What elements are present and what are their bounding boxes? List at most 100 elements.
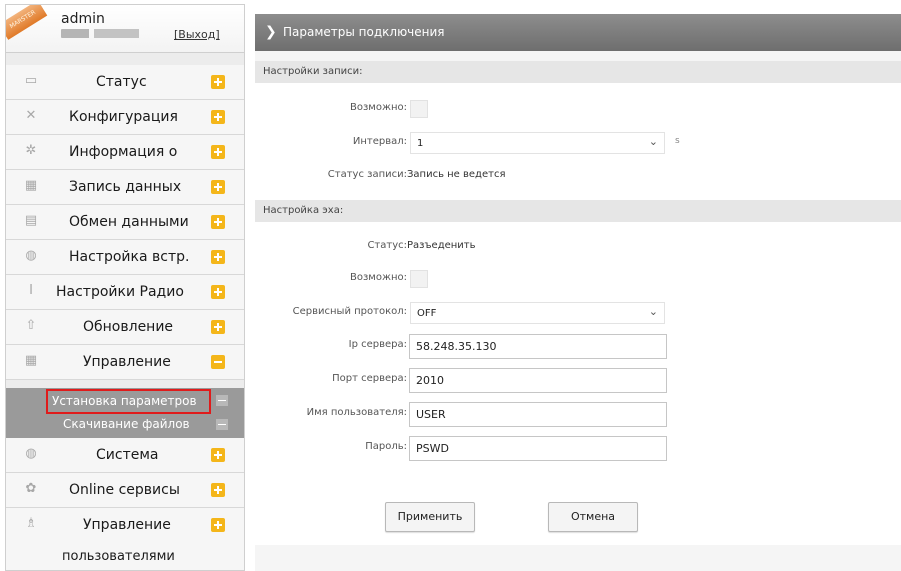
field-label: Возможно: — [350, 102, 407, 113]
tools-icon: ✕ — [25, 108, 37, 123]
field-label: Ip сервера: — [348, 339, 407, 350]
brand-ribbon: MARSTER — [6, 5, 48, 40]
record-status-row: Статус записи: Запись не ведется — [255, 161, 901, 191]
monitor-icon: ▭ — [24, 73, 38, 88]
menu-item-radio-settings[interactable]: Ⅰ Настройки Радио — [6, 275, 244, 310]
echo-enable-checkbox[interactable] — [410, 270, 428, 288]
menu-item-status[interactable]: ▭ Статус — [6, 65, 244, 100]
expand-plus-icon[interactable] — [211, 110, 225, 124]
menu-item-label: Информация о — [69, 144, 178, 160]
users-icon: ♗ — [25, 516, 37, 531]
calendar-icon: ▦ — [24, 353, 38, 368]
submenu-management: Установка параметров Скачивание файлов — [6, 388, 244, 438]
select-value: OFF — [417, 308, 437, 319]
menu-item-user-management-continued[interactable]: пользователями — [6, 541, 244, 570]
select-value: 1 — [417, 138, 424, 149]
menu-item-label: Статус — [96, 74, 147, 90]
interval-select[interactable]: 1 ⌄ — [410, 132, 665, 154]
calendar-icon: ▦ — [24, 178, 38, 193]
section-header-echo: Настройка эха: — [255, 200, 901, 222]
field-label: Порт сервера: — [332, 373, 407, 384]
menu-item-update[interactable]: ⇧ Обновление — [6, 310, 244, 345]
menu-item-label: Управление — [83, 354, 171, 370]
collapse-minus-icon[interactable] — [216, 419, 228, 430]
page-header: ❯ Параметры подключения — [255, 14, 901, 51]
cloud-icon: ✿ — [25, 481, 37, 496]
interval-unit: s — [675, 136, 680, 146]
menu-item-online-services[interactable]: ✿ Online сервисы — [6, 473, 244, 508]
echo-enable-row: Возможно: — [255, 264, 901, 294]
protocol-select[interactable]: OFF ⌄ — [410, 302, 665, 324]
menu-item-builtin-settings[interactable]: ◍ Настройка встр. — [6, 240, 244, 275]
section-title: Настройки записи: — [263, 66, 363, 77]
record-interval-row: Интервал: 1 ⌄ s — [255, 128, 901, 158]
expand-plus-icon[interactable] — [211, 250, 225, 264]
field-label: Статус: — [367, 240, 407, 251]
field-label: Пароль: — [365, 441, 407, 452]
settings-panel: Настройки записи: Возможно: Интервал: 1 … — [255, 61, 901, 545]
chevron-right-icon: ❯ — [265, 24, 277, 40]
expand-plus-icon[interactable] — [211, 180, 225, 194]
menu-item-data-exchange[interactable]: ▤ Обмен данными — [6, 205, 244, 240]
globe-icon: ◍ — [25, 248, 37, 263]
menu-item-configuration[interactable]: ✕ Конфигурация — [6, 100, 244, 135]
page-title: Параметры подключения — [283, 25, 445, 39]
menu-item-label: Настройка встр. — [69, 249, 190, 265]
expand-plus-icon[interactable] — [211, 215, 225, 229]
menu-item-label: Управление — [83, 517, 171, 533]
expand-plus-icon[interactable] — [211, 448, 225, 462]
submenu-item-set-parameters[interactable]: Установка параметров — [6, 389, 244, 414]
apply-button[interactable]: Применить — [385, 502, 475, 532]
cancel-button[interactable]: Отмена — [548, 502, 638, 532]
server-port-row: Порт сервера: 2010 — [255, 365, 901, 395]
password-input[interactable]: PSWD — [409, 436, 667, 461]
user-subtitle — [61, 29, 161, 38]
user-panel: MARSTER admin [Выход] — [6, 5, 244, 53]
collapse-minus-icon[interactable] — [216, 395, 228, 406]
input-value: 2010 — [416, 374, 444, 387]
chevron-down-icon: ⌄ — [648, 305, 658, 318]
server-ip-input[interactable]: 58.248.35.130 — [409, 334, 667, 359]
selection-highlight — [46, 389, 211, 414]
content-area: ❯ Параметры подключения Настройки записи… — [255, 14, 901, 571]
username-input[interactable]: USER — [409, 402, 667, 427]
server-ip-row: Ip сервера: 58.248.35.130 — [255, 331, 901, 361]
input-value: 58.248.35.130 — [416, 340, 497, 353]
menu-item-user-management[interactable]: ♗ Управление — [6, 508, 244, 543]
chevron-down-icon: ⌄ — [648, 135, 658, 148]
password-row: Пароль: PSWD — [255, 433, 901, 463]
username-row: Имя пользователя: USER — [255, 399, 901, 429]
menu-item-label: Настройки Радио — [56, 284, 184, 300]
expand-plus-icon[interactable] — [211, 285, 225, 299]
user-name: admin — [61, 11, 105, 27]
expand-plus-icon[interactable] — [211, 145, 225, 159]
section-title: Настройка эха: — [263, 205, 344, 216]
echo-status-row: Статус: Разъеденить — [255, 232, 901, 262]
field-label: Сервисный протокол: — [292, 306, 407, 317]
logout-link[interactable]: [Выход] — [174, 28, 220, 41]
menu-item-label: Конфигурация — [69, 109, 178, 125]
menu-item-info[interactable]: ✲ Информация о — [6, 135, 244, 170]
menu-item-label: пользователями — [62, 549, 175, 564]
submenu-item-download-files[interactable]: Скачивание файлов — [6, 413, 244, 436]
sidebar: MARSTER admin [Выход] ▭ Статус ✕ Конфигу… — [5, 4, 245, 571]
echo-status-value: Разъеденить — [407, 240, 476, 251]
record-status-value: Запись не ведется — [407, 169, 506, 180]
menu-item-system[interactable]: ◍ Система — [6, 438, 244, 473]
menu-item-data-record[interactable]: ▦ Запись данных — [6, 170, 244, 205]
expand-plus-icon[interactable] — [211, 518, 225, 532]
section-header-record: Настройки записи: — [255, 61, 901, 83]
field-label: Возможно: — [350, 272, 407, 283]
antenna-icon: Ⅰ — [29, 283, 33, 298]
menu-item-label: Система — [96, 447, 159, 463]
expand-plus-icon[interactable] — [211, 75, 225, 89]
record-enable-checkbox[interactable] — [410, 100, 428, 118]
server-port-input[interactable]: 2010 — [409, 368, 667, 393]
menu-item-management[interactable]: ▦ Управление — [6, 345, 244, 380]
collapse-minus-icon[interactable] — [211, 355, 225, 369]
menu-item-label: Обновление — [83, 319, 174, 335]
computer-icon: ▤ — [24, 213, 38, 228]
expand-plus-icon[interactable] — [211, 483, 225, 497]
expand-plus-icon[interactable] — [211, 320, 225, 334]
menu-item-label: Online сервисы — [69, 482, 180, 498]
